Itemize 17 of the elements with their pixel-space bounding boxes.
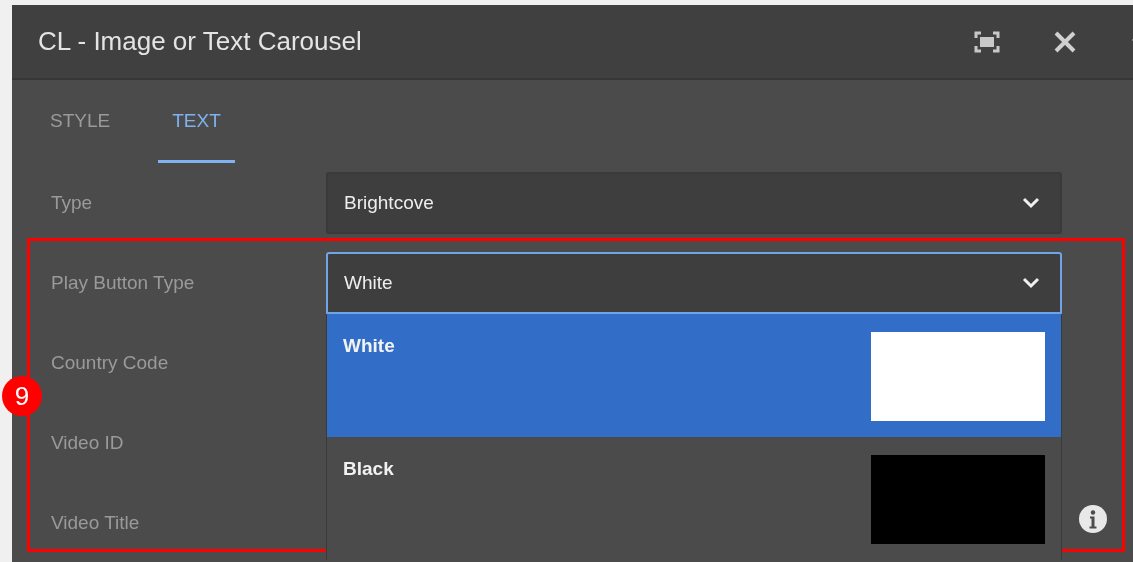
tab[interactable]: TEXT <box>158 80 235 163</box>
info-icon[interactable] <box>1078 504 1108 534</box>
chevron-down-icon <box>1022 277 1040 289</box>
dropdown-option[interactable]: White <box>327 314 1061 437</box>
select-field[interactable]: Brightcove <box>326 172 1062 234</box>
option-label: White <box>343 334 395 358</box>
close-icon[interactable] <box>1054 30 1076 53</box>
field-label: Country Code <box>50 350 170 375</box>
option-label: Black <box>343 457 394 481</box>
field-label: Type <box>50 190 94 215</box>
dialog-title: CL - Image or Text Carousel <box>38 25 363 58</box>
field-label: Play Button Type <box>50 270 196 295</box>
annotation-badge: 9 <box>2 376 42 416</box>
fullscreen-icon[interactable] <box>974 30 1000 53</box>
field-label: Video Title <box>50 510 141 535</box>
field-label: Video ID <box>50 430 125 455</box>
chevron-down-icon <box>1022 197 1040 209</box>
